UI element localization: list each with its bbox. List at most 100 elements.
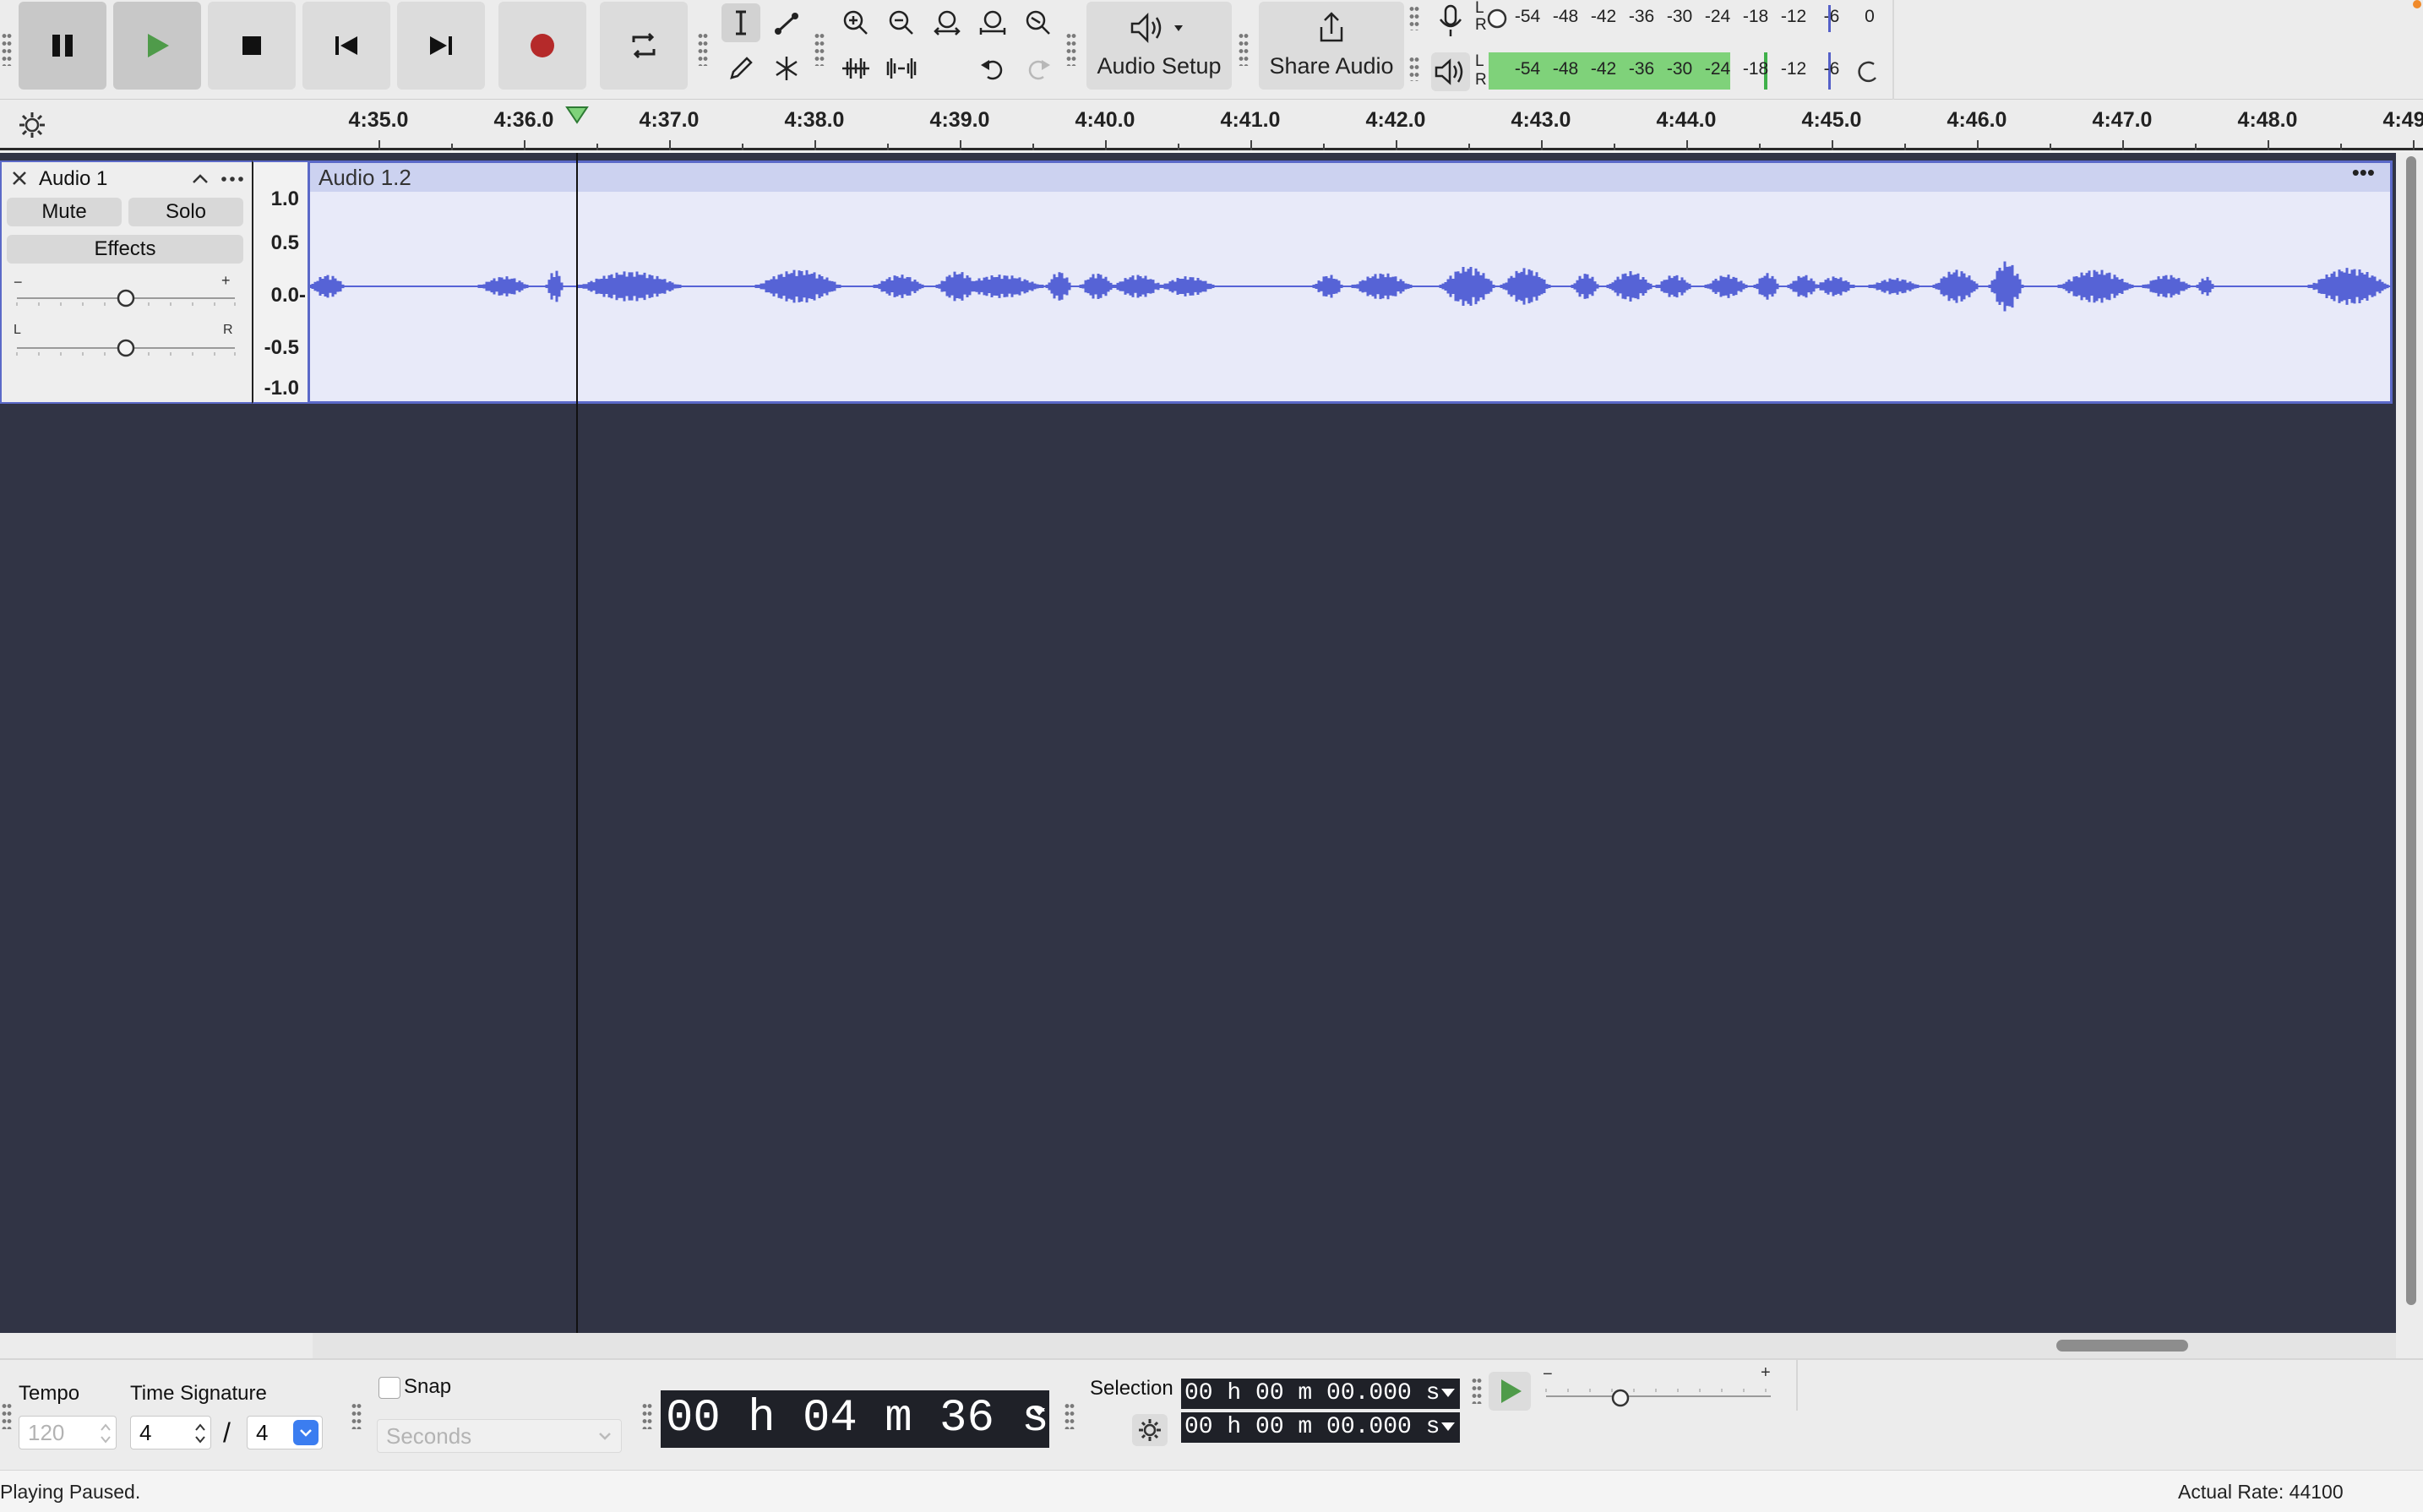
collapse-track-button[interactable] [189, 169, 211, 189]
share-icon [1320, 12, 1343, 42]
gain-slider[interactable] [14, 286, 238, 311]
meter-scale-label: -54 [1514, 59, 1541, 79]
audio-clip[interactable]: Audio 1.2 ••• [308, 160, 2393, 404]
play-at-speed-grip[interactable] [1472, 1377, 1482, 1404]
pan-slider-track [16, 339, 236, 357]
ts-numerator-input[interactable]: 4 [130, 1416, 211, 1449]
horizontal-scrollbar[interactable] [0, 1333, 2423, 1358]
loop-button[interactable] [600, 2, 688, 90]
tempo-input[interactable]: 120 [19, 1416, 117, 1449]
undo-button[interactable] [973, 49, 1012, 88]
playback-meter-scale: -54 -48 -42 -36 -30 -24 -18 -12 -6 [1485, 59, 1857, 84]
clip-header[interactable]: Audio 1.2 ••• [310, 160, 2390, 192]
redo-icon [1028, 60, 1050, 80]
ts-denominator-dropdown[interactable] [293, 1420, 319, 1445]
bottom-divider [1796, 1360, 1798, 1411]
playback-meter[interactable]: -54 -48 -42 -36 -30 -24 -18 -12 -6 [1485, 51, 1882, 91]
selection-tool[interactable] [721, 3, 760, 42]
ts-denominator-select[interactable]: 4 [247, 1416, 323, 1449]
vscale-label: 0.0- [270, 284, 306, 307]
share-audio-button[interactable]: Share Audio [1259, 2, 1404, 90]
track-menu-button[interactable] [218, 169, 247, 189]
record-meter-button[interactable] [1431, 2, 1470, 41]
toolbar-grip[interactable] [2, 32, 12, 66]
time-signature-grip[interactable] [2, 1402, 12, 1429]
selection-end[interactable]: 00 h 00 m 00.000 s [1181, 1412, 1460, 1443]
time-display[interactable]: 00 h 04 m 36 s [661, 1390, 1049, 1448]
setup-grip[interactable] [1066, 32, 1076, 66]
track-name[interactable]: Audio 1 [39, 167, 107, 191]
selection-start[interactable]: 00 h 00 m 00.000 s [1181, 1379, 1460, 1409]
timeline-ruler[interactable]: 4:35.0 4:36.0 4:37.0 4:38.0 4:39.0 4:40.0 4:41… [0, 100, 2423, 150]
ruler-label: 4:43.0 [1511, 108, 1571, 132]
skip-to-end-button[interactable] [397, 2, 485, 90]
trim-button[interactable] [836, 49, 875, 88]
time-format-dropdown-icon[interactable] [1031, 1404, 1048, 1421]
stop-button[interactable] [208, 2, 296, 90]
track-control-panel[interactable]: Audio 1 Mute Solo Effects − + L R [0, 160, 252, 404]
pause-button[interactable] [19, 2, 106, 90]
zoom-toggle-button[interactable] [1019, 3, 1058, 42]
horizontal-scroll-thumb[interactable] [2056, 1340, 2188, 1352]
snap-checkbox[interactable] [378, 1377, 400, 1399]
silence-button[interactable] [882, 49, 921, 88]
meter-scale-label: -12 [1780, 59, 1807, 79]
chevron-down-icon[interactable] [1440, 1419, 1457, 1436]
solo-button[interactable]: Solo [128, 198, 243, 226]
selection-settings-button[interactable] [1132, 1414, 1168, 1446]
vertical-scroll-thumb[interactable] [2406, 156, 2416, 1305]
play-at-speed-button[interactable] [1489, 1372, 1531, 1411]
redo-button[interactable] [1019, 49, 1058, 88]
share-grip[interactable] [1239, 32, 1249, 66]
meter-scale-label: -48 [1552, 59, 1579, 79]
clip-title[interactable]: Audio 1.2 [319, 165, 411, 191]
record-meter-grip[interactable] [1409, 5, 1419, 30]
edit-grip[interactable] [814, 32, 825, 66]
gain-slider-track [16, 289, 236, 307]
vertical-scale[interactable]: 1.0 0.5 0.0- -0.5 -1.0 [252, 160, 308, 404]
zoom-in-button[interactable] [836, 3, 875, 42]
record-button[interactable] [498, 2, 586, 90]
ruler-tick [1977, 140, 1979, 150]
pan-slider[interactable] [14, 335, 238, 361]
ruler-label: 4:40.0 [1075, 108, 1135, 132]
ruler-tick [524, 140, 525, 150]
vertical-scrollbar[interactable] [2396, 153, 2423, 1333]
speed-minus-label: − [1543, 1365, 1553, 1384]
close-track-button[interactable] [8, 167, 30, 189]
playback-meter-button[interactable] [1431, 52, 1470, 91]
ruler-tick [1323, 144, 1325, 150]
speed-slider-track [1545, 1389, 1771, 1407]
record-meter[interactable]: -54 -48 -42 -36 -30 -24 -18 -12 -6 0 [1485, 5, 1875, 34]
ruler-tick [1468, 144, 1470, 150]
mute-button[interactable]: Mute [7, 198, 122, 226]
snap-unit-select[interactable]: Seconds [377, 1419, 622, 1453]
zoom-out-button[interactable] [882, 3, 921, 42]
clip-menu-button[interactable]: ••• [2352, 160, 2375, 186]
playback-speed-slider[interactable] [1543, 1384, 1774, 1409]
audio-setup-button[interactable]: Audio Setup [1086, 2, 1232, 90]
selection-grip[interactable] [1064, 1402, 1075, 1429]
fit-project-button[interactable] [973, 3, 1012, 42]
fit-selection-button[interactable] [928, 3, 966, 42]
snap-grip[interactable] [351, 1402, 362, 1429]
playback-meter-grip[interactable] [1409, 56, 1419, 81]
meter-scale-label: -18 [1742, 7, 1769, 26]
meter-scale-label: -54 [1514, 7, 1541, 26]
ruler-tick [1178, 144, 1179, 150]
effects-button[interactable]: Effects [7, 235, 243, 264]
skip-to-start-button[interactable] [302, 2, 390, 90]
ts-denominator-value: 4 [256, 1420, 269, 1445]
draw-tool[interactable] [721, 49, 760, 88]
pan-slider-thumb [117, 339, 135, 357]
time-grip[interactable] [642, 1402, 652, 1429]
ruler-label: 4:47.0 [2092, 108, 2153, 132]
envelope-tool[interactable] [767, 3, 806, 42]
playhead-marker-icon[interactable] [564, 105, 590, 125]
chevron-down-icon[interactable] [1440, 1385, 1457, 1402]
play-button[interactable] [113, 2, 201, 90]
tools-grip[interactable] [698, 32, 708, 66]
share-audio-label: Share Audio [1269, 53, 1394, 79]
multi-tool[interactable] [767, 49, 806, 88]
playhead-line [576, 153, 578, 1333]
